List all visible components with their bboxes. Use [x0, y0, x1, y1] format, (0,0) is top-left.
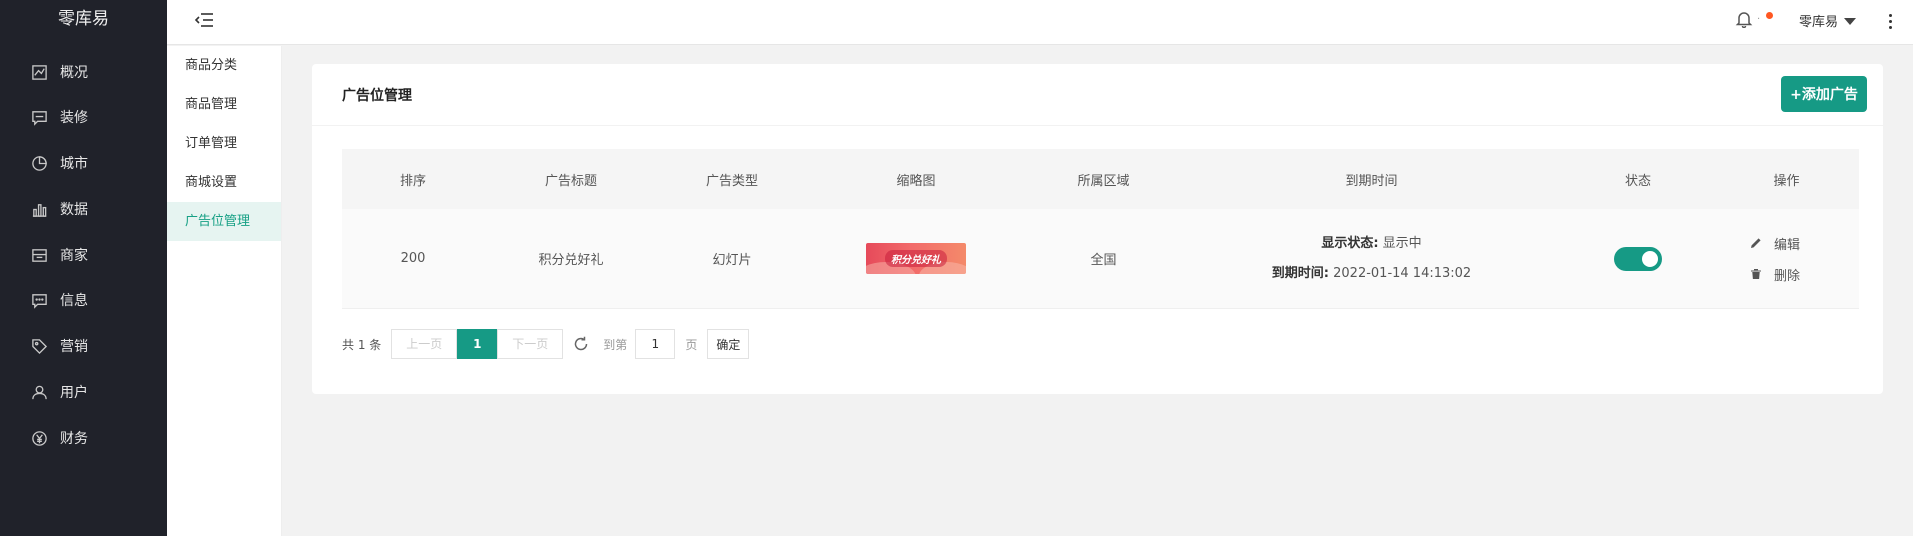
pencil-icon: [1751, 238, 1761, 248]
user-icon: [30, 383, 48, 401]
toggle-knob: [1642, 250, 1658, 267]
display-status-value: 显示中: [1382, 235, 1422, 251]
ad-table: 排序 广告标题 广告类型 缩略图 所属区域 到期时间 状态 操作 200 积分兑…: [342, 149, 1859, 309]
display-status-label: 显示状态:: [1321, 235, 1379, 251]
notification-dot: [1766, 12, 1773, 19]
next-page-button[interactable]: 下一页: [497, 329, 564, 359]
sidebar-item-merchant[interactable]: 商家: [0, 235, 167, 275]
add-ad-button[interactable]: +添加广告: [1781, 76, 1867, 112]
submenu-item-products[interactable]: 商品管理: [167, 85, 281, 124]
sidebar-item-overview[interactable]: 概况: [0, 52, 167, 92]
chat-icon: [30, 291, 48, 309]
sidebar-item-label: 信息: [60, 293, 88, 309]
sidebar-item-label: 营销: [60, 339, 88, 355]
sidebar-item-users[interactable]: 用户: [0, 372, 167, 412]
pagination: 共 1 条 上一页 1 下一页 到第 页 确定: [342, 329, 750, 359]
tag-icon: [30, 337, 48, 355]
column-header-title[interactable]: 广告标题: [484, 170, 658, 189]
top-header: · 零库易: [167, 0, 1913, 45]
sidebar-item-finance[interactable]: 财务: [0, 418, 167, 458]
message-icon: [30, 108, 48, 126]
column-header-thumbnail[interactable]: 缩略图: [806, 170, 1026, 189]
sidebar-item-decoration[interactable]: 装修: [0, 97, 167, 137]
sub-menu: 商品分类 商品管理 订单管理 商城设置 广告位管理: [167, 46, 282, 536]
notification-separator: ·: [1757, 14, 1761, 25]
column-header-sort[interactable]: 排序: [342, 170, 484, 189]
column-header-region[interactable]: 所属区域: [1026, 170, 1181, 189]
column-header-expire[interactable]: 到期时间: [1181, 170, 1562, 189]
sidebar-item-label: 财务: [60, 431, 88, 447]
edit-label: 编辑: [1774, 237, 1801, 253]
column-header-status[interactable]: 状态: [1562, 170, 1714, 189]
store-icon: [30, 246, 48, 264]
submenu-item-mall-settings[interactable]: 商城设置: [167, 163, 281, 202]
cell-expire: 显示状态: 显示中 到期时间: 2022-01-14 14:13:02: [1181, 229, 1562, 289]
goto-label: 到第: [603, 337, 628, 352]
thumbnail-text: 积分兑好礼: [885, 250, 947, 267]
goto-page-input[interactable]: [635, 329, 676, 359]
cell-actions: 编辑 删除: [1714, 234, 1859, 284]
compass-icon: [30, 154, 48, 172]
sidebar-item-label: 概况: [60, 65, 88, 81]
more-vertical-icon[interactable]: [1885, 11, 1895, 31]
page-number-current[interactable]: 1: [457, 329, 498, 359]
expire-time-label: 到期时间:: [1271, 265, 1329, 281]
caret-down-icon: [1844, 18, 1857, 25]
sidebar: 零库易 概况 装修 城市 数据 商家 信息 营销 用户 财务: [0, 0, 167, 536]
sidebar-item-label: 商家: [60, 248, 88, 264]
ad-management-card: 广告位管理 +添加广告 排序 广告标题 广告类型 缩略图 所属区域 到期时间 状…: [312, 64, 1883, 394]
row-actions: 编辑 删除: [1714, 234, 1859, 284]
sidebar-item-city[interactable]: 城市: [0, 143, 167, 183]
delete-label: 删除: [1774, 268, 1801, 284]
page-title: 广告位管理: [342, 88, 412, 104]
submenu-item-orders[interactable]: 订单管理: [167, 124, 281, 163]
cell-type: 幻灯片: [712, 253, 752, 268]
brand-logo[interactable]: 零库易: [0, 0, 167, 38]
sidebar-item-label: 装修: [60, 110, 88, 126]
trash-icon: [1751, 269, 1761, 279]
menu-collapse-icon[interactable]: [194, 11, 214, 29]
refresh-icon[interactable]: [573, 336, 589, 352]
expire-time-value: 2022-01-14 14:13:02: [1333, 265, 1472, 281]
cell-title: 积分兑好礼: [538, 253, 604, 268]
user-name: 零库易: [1799, 15, 1839, 30]
column-header-type[interactable]: 广告类型: [658, 170, 806, 189]
sidebar-item-label: 数据: [60, 202, 88, 218]
thumbnail-image[interactable]: 积分兑好礼: [866, 243, 966, 274]
prev-page-button[interactable]: 上一页: [391, 329, 458, 359]
user-menu[interactable]: 零库易: [1799, 11, 1857, 30]
column-header-actions[interactable]: 操作: [1714, 170, 1859, 189]
sidebar-item-info[interactable]: 信息: [0, 280, 167, 320]
cell-sort: 200: [400, 251, 426, 266]
yen-icon: [30, 429, 48, 447]
sidebar-item-data[interactable]: 数据: [0, 189, 167, 229]
sidebar-item-marketing[interactable]: 营销: [0, 326, 167, 366]
bar-chart-icon: [30, 200, 48, 218]
sidebar-item-label: 城市: [60, 156, 88, 172]
delete-button[interactable]: 删除: [1750, 265, 1800, 284]
sidebar-item-label: 用户: [60, 385, 88, 401]
page-unit-label: 页: [685, 337, 698, 352]
status-toggle[interactable]: [1614, 246, 1662, 271]
cell-status: [1562, 246, 1714, 271]
table-row: 200 积分兑好礼 幻灯片 积分兑好礼 全国 显示状态: 显示中 到期时间: 2…: [342, 209, 1859, 309]
table-header: 排序 广告标题 广告类型 缩略图 所属区域 到期时间 状态 操作: [342, 149, 1859, 209]
expire-time-line: 到期时间: 2022-01-14 14:13:02: [1181, 259, 1562, 289]
card-header: 广告位管理 +添加广告: [312, 64, 1883, 126]
edit-button[interactable]: 编辑: [1750, 234, 1800, 253]
pagination-total: 共 1 条: [342, 337, 382, 352]
display-status-line: 显示状态: 显示中: [1181, 229, 1562, 259]
bell-icon[interactable]: [1735, 10, 1757, 32]
cell-region: 全国: [1090, 253, 1117, 268]
submenu-item-categories[interactable]: 商品分类: [167, 46, 281, 85]
goto-confirm-button[interactable]: 确定: [707, 329, 750, 359]
submenu-item-ad-slots[interactable]: 广告位管理: [167, 202, 281, 241]
cell-thumbnail: 积分兑好礼: [806, 243, 1026, 274]
dashboard-icon: [30, 63, 48, 81]
